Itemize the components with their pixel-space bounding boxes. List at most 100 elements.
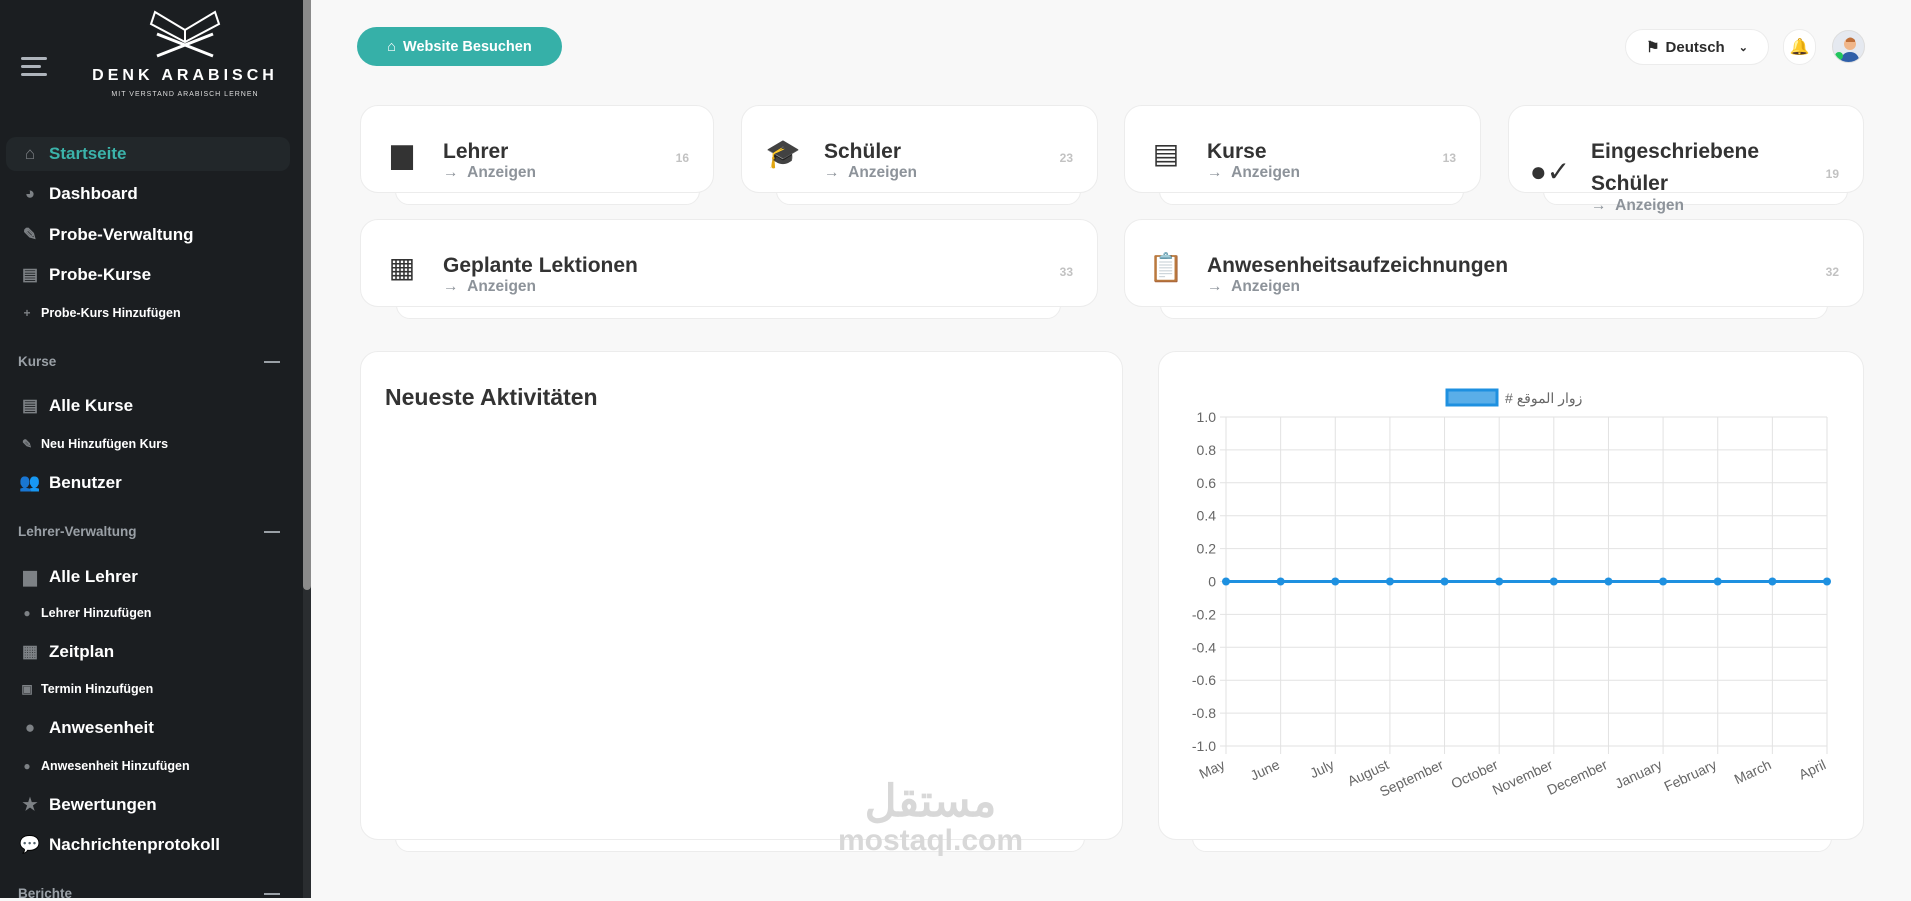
- collapse-icon[interactable]: [264, 892, 280, 895]
- sidebar-item-label: Anwesenheit: [49, 718, 154, 737]
- stat-link[interactable]: → Anzeigen: [443, 164, 536, 182]
- notifications-button[interactable]: 🔔: [1783, 29, 1816, 65]
- stat-link-label: Anzeigen: [848, 164, 918, 181]
- stat-link[interactable]: → Anzeigen: [1207, 278, 1300, 296]
- sidebar-item-label: Zeitplan: [49, 642, 115, 661]
- sidebar-section-berichte[interactable]: Berichte: [18, 886, 280, 901]
- sidebar-item-probe-kurs-hinzufuegen[interactable]: + Probe-Kurs Hinzufügen: [6, 301, 290, 325]
- sidebar-item-benutzer[interactable]: 👥 Benutzer: [6, 466, 290, 500]
- sidebar-item-anwesenheit[interactable]: ● Anwesenheit: [6, 711, 290, 745]
- stat-link[interactable]: → Anzeigen: [1591, 197, 1684, 215]
- x-tick-label: May: [1197, 756, 1228, 782]
- sidebar-item-probe-verwaltung[interactable]: ✎ Probe-Verwaltung: [6, 218, 290, 252]
- stat-card-kurse[interactable]: ▤ Kurse → Anzeigen 13: [1124, 105, 1481, 193]
- y-tick-label: 0: [1208, 574, 1216, 590]
- book-icon: ▤: [1152, 137, 1180, 169]
- stat-card-lehrer[interactable]: ▆ Lehrer → Anzeigen 16: [360, 105, 714, 193]
- home-icon: ⌂: [24, 144, 36, 163]
- stat-card-anwesenheitsaufzeichnungen[interactable]: 📋 Anwesenheitsaufzeichnungen → Anzeigen …: [1124, 219, 1864, 307]
- test-tube-icon: ✎: [22, 225, 38, 244]
- sidebar-item-label: Bewertungen: [49, 795, 157, 814]
- sidebar-item-startseite[interactable]: ⌂ Startseite: [6, 137, 290, 171]
- sidebar-item-alle-kurse[interactable]: ▤ Alle Kurse: [6, 389, 290, 423]
- star-icon: ★: [22, 795, 38, 814]
- y-tick-label: -0.4: [1192, 639, 1216, 655]
- sidebar-section-kurse[interactable]: Kurse: [18, 354, 280, 369]
- x-tick-label: June: [1248, 756, 1282, 783]
- stat-link[interactable]: → Anzeigen: [443, 278, 536, 296]
- sidebar-section-lehrer-verwaltung[interactable]: Lehrer-Verwaltung: [18, 524, 280, 539]
- collapse-icon[interactable]: [264, 360, 280, 363]
- language-label: Deutsch: [1665, 38, 1725, 56]
- sidebar-item-lehrer-hinzufuegen[interactable]: ● Lehrer Hinzufügen: [6, 601, 290, 625]
- legend-label: # زوار الموقع: [1505, 390, 1582, 407]
- logo[interactable]: DENK ARABISCH MIT VERSTAND ARABISCH LERN…: [90, 6, 280, 98]
- y-tick-label: -1.0: [1192, 738, 1216, 754]
- sidebar-item-label: Anwesenheit Hinzufügen: [41, 759, 190, 773]
- sidebar-item-neu-hinzufuegen-kurs[interactable]: ✎ Neu Hinzufügen Kurs: [6, 432, 290, 456]
- clipboard-check-icon: 📋: [1148, 251, 1184, 283]
- online-status-dot: [1835, 52, 1843, 60]
- book-icon: ▤: [21, 396, 39, 415]
- sidebar-item-bewertungen[interactable]: ★ Bewertungen: [6, 788, 290, 822]
- graduate-icon: 🎓: [765, 137, 801, 169]
- chevron-down-icon: ⌄: [1738, 41, 1748, 54]
- data-point: [1659, 577, 1668, 586]
- sidebar-item-dashboard[interactable]: ◕ Dashboard: [6, 177, 290, 211]
- sidebar-item-label: Benutzer: [49, 473, 122, 492]
- sidebar-item-label: Probe-Kurse: [49, 265, 152, 284]
- stat-link[interactable]: → Anzeigen: [824, 164, 917, 182]
- sidebar-item-anwesenheit-hinzufuegen[interactable]: ● Anwesenheit Hinzufügen: [6, 754, 290, 778]
- section-label: Lehrer-Verwaltung: [18, 524, 137, 539]
- stat-card-geplante-lektionen[interactable]: ▦ Geplante Lektionen → Anzeigen 33: [360, 219, 1098, 307]
- y-tick-label: 1.0: [1197, 409, 1217, 425]
- sidebar-item-label: Startseite: [49, 144, 127, 163]
- chalkboard-teacher-icon: ▆: [23, 567, 37, 586]
- sidebar-item-label: Termin Hinzufügen: [41, 682, 154, 696]
- hamburger-menu-icon[interactable]: [21, 57, 47, 77]
- stat-title: Eingeschriebene Schüler: [1591, 140, 1760, 195]
- sidebar-item-nachrichtenprotokoll[interactable]: 💬 Nachrichtenprotokoll: [6, 828, 290, 862]
- sidebar: DENK ARABISCH MIT VERSTAND ARABISCH LERN…: [0, 0, 311, 901]
- sidebar-item-termin-hinzufuegen[interactable]: ▣ Termin Hinzufügen: [6, 677, 290, 701]
- language-dropdown[interactable]: ⚑ Deutsch ⌄: [1625, 29, 1769, 65]
- stat-link-label: Anzeigen: [1231, 278, 1301, 295]
- stat-card-schueler[interactable]: 🎓 Schüler → Anzeigen 23: [741, 105, 1098, 193]
- y-tick-label: 0.2: [1197, 541, 1217, 557]
- data-point: [1495, 577, 1504, 586]
- recent-activities-card: Neueste Aktivitäten: [360, 351, 1123, 840]
- stat-link-label: Anzeigen: [467, 164, 537, 181]
- users-icon: 👥: [19, 473, 41, 492]
- watermark-arabic: مستقل: [864, 777, 997, 826]
- stat-link-label: Anzeigen: [1615, 197, 1685, 214]
- sidebar-item-label: Probe-Kurs Hinzufügen: [41, 306, 181, 320]
- x-tick-label: April: [1796, 756, 1828, 782]
- data-point: [1823, 577, 1831, 586]
- comments-icon: 💬: [19, 835, 41, 854]
- stat-link[interactable]: → Anzeigen: [1207, 164, 1300, 182]
- visit-website-button[interactable]: ⌂ Website Besuchen: [357, 27, 562, 66]
- bell-icon: 🔔: [1789, 39, 1810, 56]
- sidebar-item-alle-lehrer[interactable]: ▆ Alle Lehrer: [6, 560, 290, 594]
- user-check-icon: ●: [24, 718, 36, 737]
- flag-icon: ⚑: [1646, 39, 1660, 56]
- recent-activities-title: Neueste Aktivitäten: [385, 384, 598, 410]
- sidebar-item-zeitplan[interactable]: ▦ Zeitplan: [6, 635, 290, 669]
- sidebar-item-label: Dashboard: [49, 184, 138, 203]
- sidebar-item-label: Neu Hinzufügen Kurs: [41, 437, 169, 451]
- data-point: [1222, 577, 1230, 586]
- x-tick-label: December: [1544, 756, 1610, 798]
- user-check-icon: ●✓: [1529, 155, 1571, 187]
- stat-count: 16: [675, 151, 689, 165]
- data-point: [1768, 577, 1777, 586]
- sidebar-item-probe-kurse[interactable]: ▤ Probe-Kurse: [6, 258, 290, 292]
- stat-card-eingeschriebene-schueler[interactable]: ●✓ Eingeschriebene Schüler → Anzeigen 19: [1508, 105, 1864, 214]
- gauge-icon: ◕: [24, 184, 36, 203]
- user-avatar[interactable]: [1832, 30, 1865, 63]
- calendar-icon: ▦: [21, 642, 39, 661]
- collapse-icon[interactable]: [264, 530, 280, 533]
- sidebar-scrollbar-thumb[interactable]: [303, 0, 311, 590]
- sidebar-item-label: Probe-Verwaltung: [49, 225, 194, 244]
- data-point: [1331, 577, 1340, 586]
- x-tick-label: July: [1307, 756, 1336, 781]
